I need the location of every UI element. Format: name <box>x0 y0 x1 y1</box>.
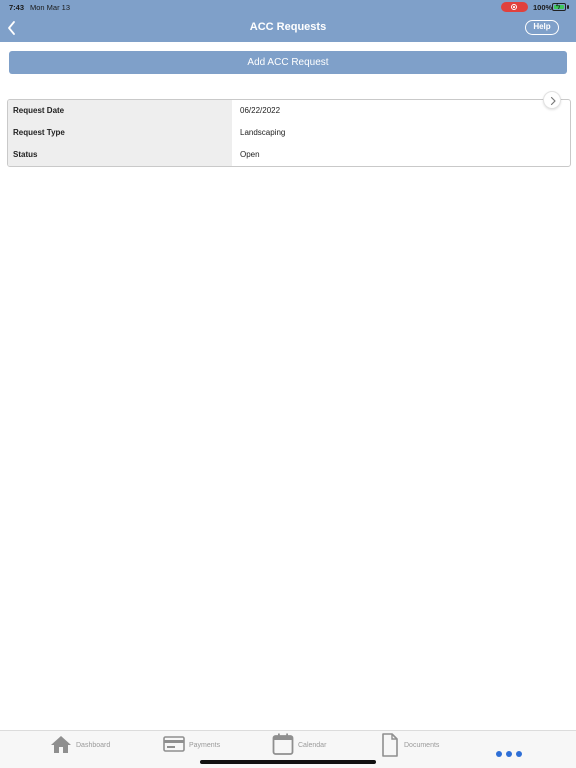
status-bar: 7:43 Mon Mar 13 100% ϟ <box>0 0 576 14</box>
request-type-row: Request Type Landscaping <box>8 122 570 144</box>
record-dot-icon <box>511 4 517 10</box>
header: 7:43 Mon Mar 13 100% ϟ ACC Requests Help <box>0 0 576 42</box>
status-time: 7:43 <box>9 3 25 12</box>
screen: 7:43 Mon Mar 13 100% ϟ ACC Requests Help… <box>0 0 576 768</box>
tab-dashboard[interactable]: Dashboard <box>50 731 120 763</box>
battery-percentage: 100% <box>533 3 553 12</box>
tab-documents[interactable]: Documents <box>381 731 451 763</box>
tab-payments[interactable]: Payments <box>163 731 233 763</box>
request-date-value: 06/22/2022 <box>240 106 281 115</box>
battery-icon: ϟ <box>552 2 566 11</box>
more-icon[interactable] <box>496 751 524 759</box>
tab-documents-label: Documents <box>404 742 440 749</box>
charging-bolt-icon: ϟ <box>556 2 561 11</box>
tab-calendar-label: Calendar <box>298 742 327 749</box>
more-dot <box>516 751 522 757</box>
chevron-right-icon <box>550 96 556 106</box>
status-value: Open <box>240 150 260 159</box>
calendar-icon <box>272 733 294 755</box>
home-icon <box>51 736 71 753</box>
home-indicator <box>200 760 376 764</box>
request-date-row: Request Date 06/22/2022 <box>8 100 570 122</box>
status-row: Status Open <box>8 144 570 166</box>
page-title: ACC Requests <box>249 21 327 33</box>
status-label: Status <box>8 144 232 166</box>
add-acc-request-button[interactable]: Add ACC Request <box>9 51 567 74</box>
status-date: Mon Mar 13 <box>30 3 71 12</box>
tab-dashboard-label: Dashboard <box>76 742 111 749</box>
request-card[interactable]: Request Date 06/22/2022 Request Type Lan… <box>7 99 571 167</box>
request-type-value: Landscaping <box>240 128 286 137</box>
more-dot <box>506 751 512 757</box>
request-date-label: Request Date <box>8 100 232 122</box>
help-button[interactable]: Help <box>525 20 559 35</box>
credit-card-icon <box>163 736 185 752</box>
open-request-button[interactable] <box>543 91 561 109</box>
tab-payments-label: Payments <box>189 742 221 749</box>
tab-calendar[interactable]: Calendar <box>272 731 342 763</box>
screen-recording-icon[interactable] <box>501 2 528 12</box>
battery-cap <box>567 5 569 9</box>
request-type-label: Request Type <box>8 122 232 144</box>
document-icon <box>382 733 398 757</box>
more-dot <box>496 751 502 757</box>
